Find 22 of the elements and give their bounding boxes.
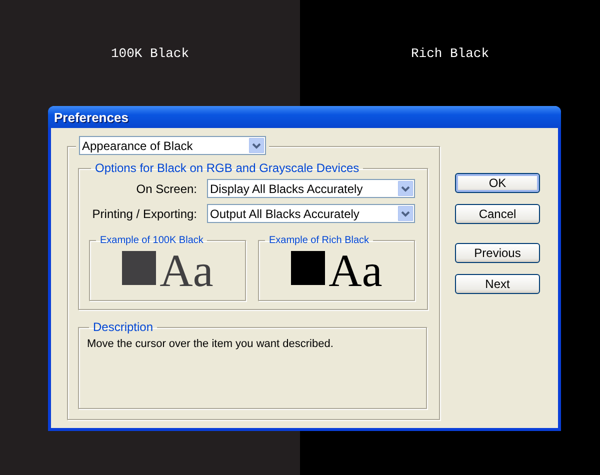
- section-dropdown[interactable]: Appearance of Black: [79, 136, 266, 155]
- dropdown-arrow-icon[interactable]: [398, 181, 413, 196]
- dialog-button[interactable]: Cancel: [455, 204, 540, 224]
- dialog-button[interactable]: Next: [455, 274, 540, 294]
- sample-text: Aa: [328, 248, 382, 294]
- dialog-button[interactable]: OK: [455, 173, 540, 193]
- example-title: Example of Rich Black: [268, 235, 370, 246]
- dropdown-arrow-icon[interactable]: [249, 138, 264, 153]
- window-title: Preferences: [54, 110, 128, 124]
- field-label: Printing / Exporting:: [91, 206, 197, 220]
- example-title: Example of 100K Black: [99, 235, 204, 246]
- dialog-button[interactable]: Previous: [455, 243, 540, 263]
- panel-label: Rich Black: [410, 46, 489, 62]
- panel-label: 100K Black: [110, 46, 189, 62]
- dropdown-arrow-icon[interactable]: [398, 206, 413, 221]
- option-dropdown[interactable]: Output All Blacks Accurately: [207, 204, 415, 223]
- description-text: Move the cursor over the item you want described.: [87, 338, 334, 350]
- group-title: Options for Black on RGB and Grayscale Devices: [94, 161, 360, 175]
- option-dropdown[interactable]: Display All Blacks Accurately: [207, 179, 415, 198]
- group-title: Description: [92, 320, 154, 334]
- field-label: On Screen:: [135, 182, 197, 196]
- sample-text: Aa: [160, 248, 214, 294]
